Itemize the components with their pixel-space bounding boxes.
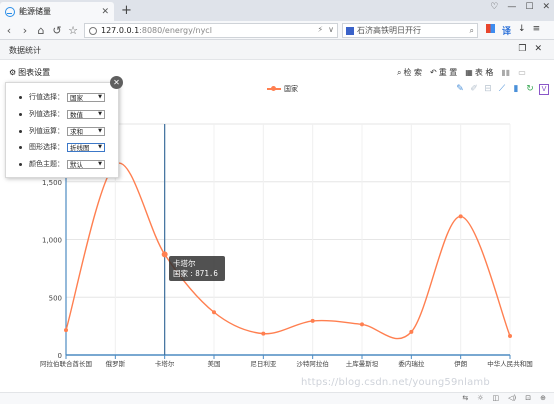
browser-status-bar: ⇆ ☼ ◫ ◁) ⊡ ⊕: [0, 392, 554, 404]
screenshot-icon[interactable]: ⊡: [525, 394, 531, 402]
chart-type-selected: 折线图: [70, 144, 90, 152]
data-point: [409, 329, 414, 334]
x-tick-label: 中华人民共和国: [487, 359, 533, 368]
y-tick-label: 0: [58, 352, 62, 360]
legend-line-symbol: [267, 86, 281, 91]
color-theme-select[interactable]: 默认 ▼: [67, 159, 105, 169]
popup-row-color-theme: 颜色主题： 默认 ▼: [19, 159, 105, 169]
chevron-down-icon: ▼: [98, 94, 102, 100]
chart-tooltip: 卡塔尔 国家 : 871.6: [169, 256, 225, 281]
line-chart-icon[interactable]: ⟋: [497, 84, 507, 95]
data-point: [161, 251, 168, 258]
data-point: [261, 331, 266, 336]
row-value-selected: 国家: [70, 94, 83, 102]
col-op-selected: 求和: [70, 128, 83, 136]
chevron-down-icon: ▼: [98, 144, 102, 150]
popup-row-chart-type: 图形选择： 折线图 ▼: [19, 142, 105, 152]
sound-icon[interactable]: ◁): [508, 394, 516, 402]
split-icon[interactable]: ◫: [493, 394, 500, 402]
data-point: [310, 318, 315, 323]
chevron-down-icon: ▼: [98, 161, 102, 167]
zoom-icon[interactable]: ⊕: [540, 394, 546, 402]
bullet: [19, 95, 22, 99]
x-tick-label: 美国: [208, 359, 221, 368]
line-chart: 05001,0001,500阿拉伯联合酋长国 俄罗斯 卡塔尔 美国 尼日利亚 沙特阿拉伯土…: [40, 114, 533, 368]
col-value-label: 列值选择：: [29, 110, 64, 118]
bullet: [19, 129, 22, 133]
chart-type-select[interactable]: 折线图 ▼: [67, 142, 105, 152]
color-theme-label: 颜色主题：: [29, 160, 64, 168]
popup-row-col-op: 列值运算： 求和 ▼: [19, 126, 105, 136]
popup-close-icon[interactable]: ✕: [110, 76, 123, 89]
col-op-select[interactable]: 求和 ▼: [67, 126, 105, 136]
data-point: [212, 310, 216, 315]
color-theme-selected: 默认: [70, 161, 83, 169]
data-point: [458, 214, 463, 219]
chart-legend[interactable]: 国家: [267, 84, 298, 94]
brightness-icon[interactable]: ☼: [477, 394, 483, 402]
x-tick-label: 委内瑞拉: [398, 359, 425, 368]
tooltip-value: 871.6: [195, 269, 218, 278]
x-tick-label: 沙特阿拉伯: [296, 359, 329, 368]
popup-row-row-value: 行值选择： 国家 ▼: [19, 92, 105, 102]
chart-settings-popup: 行值选择： 国家 ▼ 列值选择： 数值 ▼ 列值运算： 求和 ▼ 图形选择： 折线图 ▼…: [5, 82, 119, 178]
chevron-down-icon: ▼: [98, 128, 102, 134]
mark-icon[interactable]: ✎: [455, 84, 465, 95]
row-value-label: 行值选择：: [29, 93, 64, 101]
x-tick-label: 尼日利亚: [250, 359, 277, 368]
col-value-selected: 数值: [70, 111, 83, 119]
row-value-select[interactable]: 国家 ▼: [67, 92, 105, 102]
legend-label: 国家: [284, 85, 298, 93]
col-op-label: 列值运算：: [29, 127, 64, 135]
bullet: [19, 145, 22, 149]
erase-icon[interactable]: ✐: [469, 84, 479, 95]
bullet: [19, 112, 22, 116]
x-tick-label: 俄罗斯: [106, 359, 126, 368]
chart-toolbox: ✎ ✐ ⊟ ⟋ ▮ ↻ V: [455, 84, 549, 95]
data-point: [64, 328, 68, 333]
refresh-icon[interactable]: ↻: [525, 84, 535, 95]
x-tick-label: 伊朗: [454, 359, 467, 368]
data-view-icon[interactable]: ⊟: [483, 84, 493, 95]
col-value-select[interactable]: 数值 ▼: [67, 109, 105, 119]
chevron-down-icon: ▼: [98, 111, 102, 117]
watermark: https://blog.csdn.net/young59nlamb: [301, 377, 490, 388]
y-tick-label: 1,500: [42, 179, 62, 187]
x-tick-label: 卡塔尔: [155, 359, 175, 368]
popup-row-col-value: 列值选择： 数值 ▼: [19, 109, 105, 119]
save-image-icon[interactable]: V: [539, 84, 549, 95]
share-icon[interactable]: ⇆: [462, 394, 468, 402]
tooltip-series: 国家: [173, 269, 188, 278]
y-tick-label: 1,000: [42, 237, 62, 245]
data-point: [360, 322, 364, 327]
x-tick-label: 阿拉伯联合酋长国: [40, 359, 92, 368]
data-point: [508, 333, 512, 338]
bar-chart-icon[interactable]: ▮: [511, 84, 521, 95]
tooltip-title: 卡塔尔: [173, 259, 196, 268]
status-icons: ⇆ ☼ ◫ ◁) ⊡ ⊕: [462, 394, 546, 402]
series-line: [65, 162, 511, 340]
bullet: [19, 162, 22, 166]
y-tick-label: 500: [49, 294, 62, 302]
chart-type-label: 图形选择：: [29, 143, 64, 151]
x-tick-label: 土库曼斯坦: [346, 359, 379, 368]
